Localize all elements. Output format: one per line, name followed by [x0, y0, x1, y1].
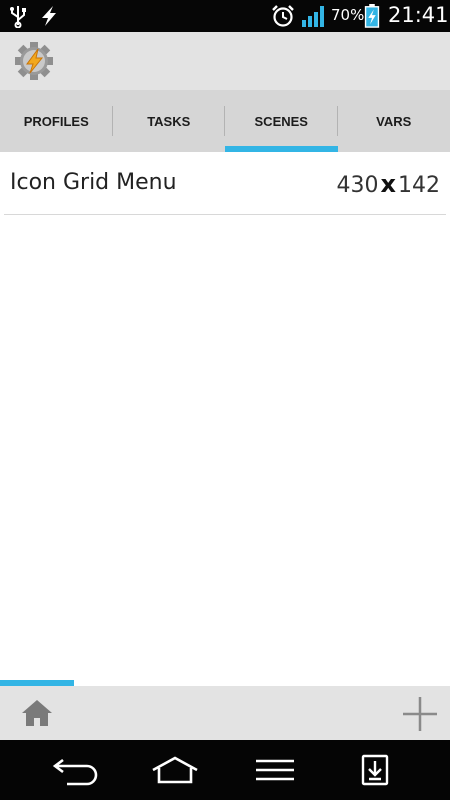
- download-notification-icon[interactable]: [360, 754, 390, 786]
- bottom-bar: [0, 686, 450, 740]
- home-icon[interactable]: [20, 698, 54, 728]
- tasker-gear-bolt-icon[interactable]: [14, 41, 54, 81]
- charging-bolt-icon: [42, 6, 56, 26]
- tab-tasks[interactable]: TASKS: [113, 90, 226, 152]
- home-outline-icon[interactable]: [150, 754, 200, 786]
- menu-icon[interactable]: [254, 754, 296, 786]
- tab-profiles[interactable]: PROFILES: [0, 90, 113, 152]
- scene-name: Icon Grid Menu: [10, 170, 177, 195]
- battery-percent: 70%: [331, 6, 365, 24]
- system-nav-bar: [0, 740, 450, 800]
- scene-dimensions: 430x142: [337, 170, 440, 198]
- tab-bar: PROFILES TASKS SCENES VARS: [0, 90, 450, 152]
- back-icon[interactable]: [51, 754, 99, 786]
- tab-label: TASKS: [147, 113, 191, 129]
- tab-label: PROFILES: [23, 113, 89, 129]
- alarm-clock-icon: [272, 5, 294, 27]
- scene-list-item[interactable]: Icon Grid Menu 430x142: [4, 156, 446, 215]
- action-bar: [0, 32, 450, 90]
- tab-vars[interactable]: VARS: [338, 90, 450, 152]
- tab-scenes[interactable]: SCENES: [225, 90, 338, 152]
- plus-icon[interactable]: [401, 695, 439, 733]
- status-bar: 70% 21:41: [0, 0, 450, 32]
- battery-charging-icon: [364, 4, 380, 28]
- usb-icon: [10, 6, 26, 28]
- signal-bars-icon: [302, 6, 324, 27]
- tab-label: SCENES: [254, 113, 308, 129]
- clock: 21:41: [388, 3, 449, 27]
- scene-width: 430: [336, 173, 379, 198]
- tab-selected-indicator: [225, 146, 338, 152]
- tab-label: VARS: [376, 113, 412, 129]
- scene-dimension-separator: x: [380, 170, 396, 198]
- scene-height: 142: [398, 173, 440, 198]
